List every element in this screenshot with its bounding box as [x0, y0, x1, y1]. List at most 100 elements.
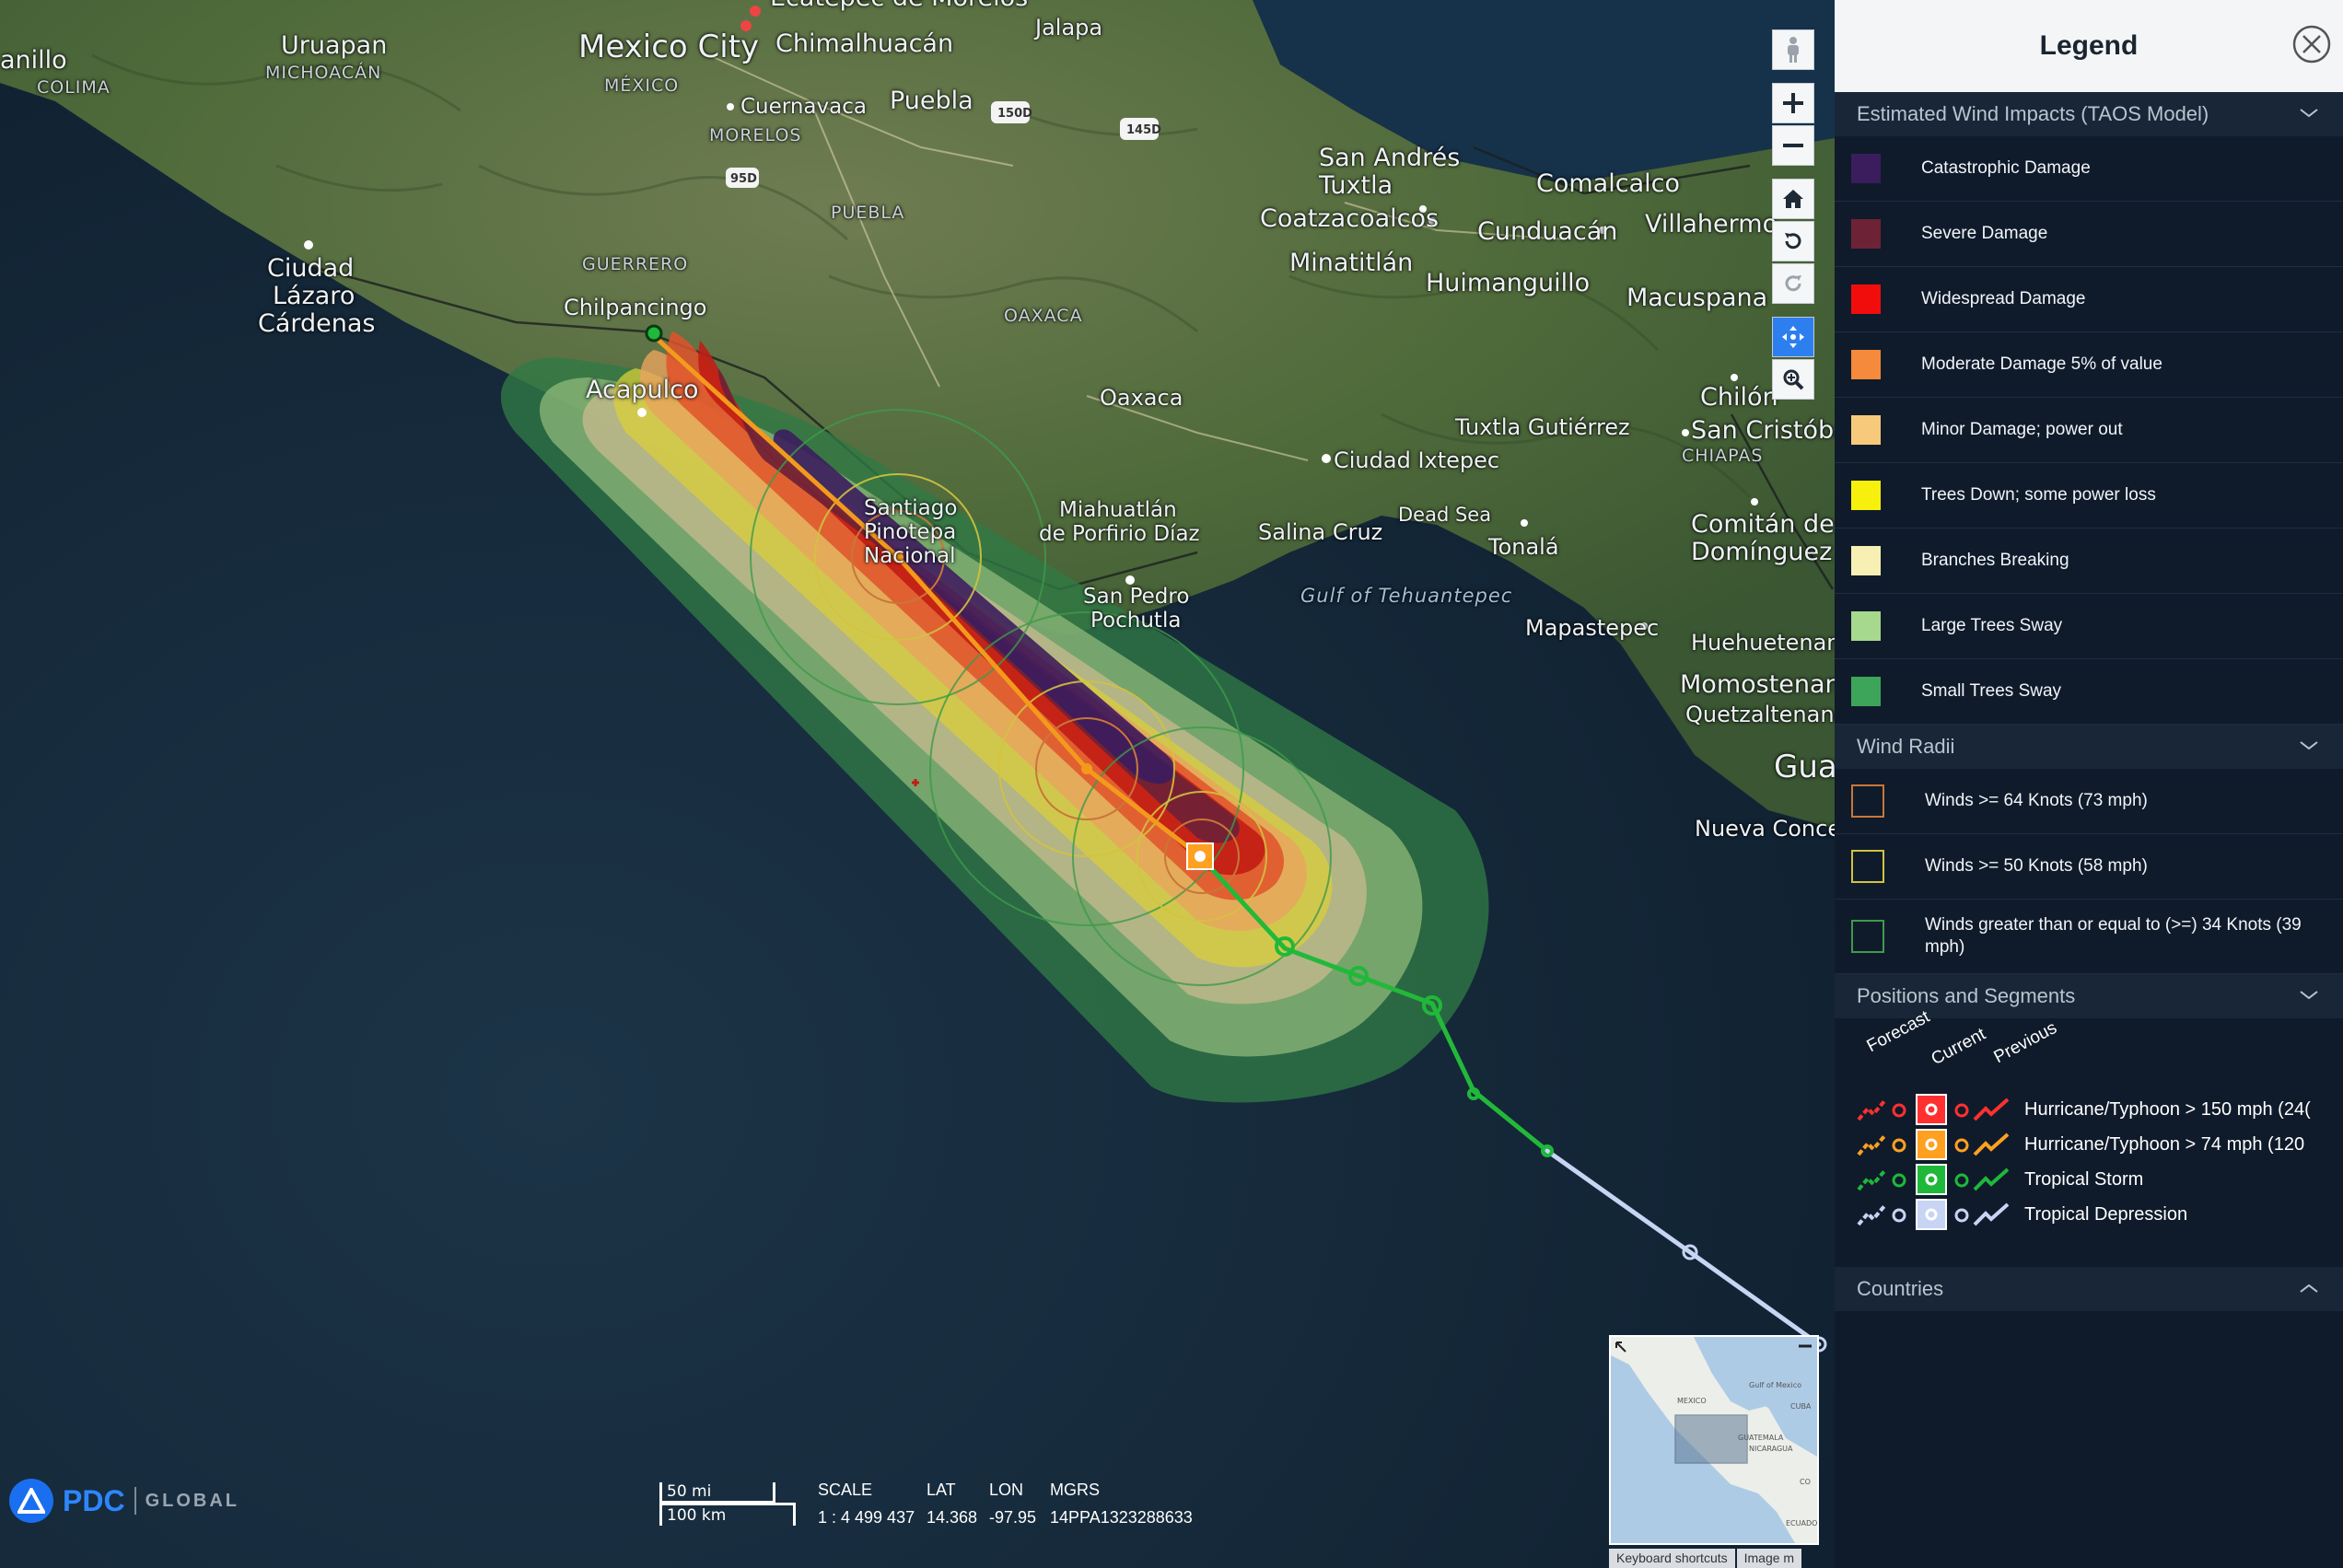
place-san-andres: San Andrés: [1319, 144, 1461, 172]
legend-item-small-trees: Small Trees Sway: [1835, 659, 2343, 725]
close-icon[interactable]: [2291, 24, 2332, 64]
logo-divider: [134, 1487, 136, 1515]
chevron-up-icon: [2300, 1283, 2318, 1293]
place-minatitlan: Minatitlán: [1289, 249, 1414, 277]
place-salina-cruz: Salina Cruz: [1258, 519, 1383, 545]
header-previous: Previous: [1990, 1017, 2060, 1068]
legend-item-label: Winds >= 64 Knots (73 mph): [1925, 791, 2148, 810]
place-villahermosa: Villahermo: [1645, 210, 1778, 238]
map-toolbar: [1772, 29, 1814, 401]
image-link[interactable]: Image m: [1736, 1549, 1802, 1568]
position-label: Tropical Storm: [2024, 1168, 2144, 1190]
overview-map[interactable]: MEXICO Gulf of Mexico CUBA GUATEMALA NIC…: [1609, 1335, 1819, 1545]
current-position-icon: [1916, 1164, 1947, 1195]
swatch: [1851, 546, 1881, 575]
forecast-segment-icon: [1857, 1099, 1906, 1121]
place-chimalhuacan: Chimalhuacán: [775, 29, 954, 58]
scale-bar: 50 mi 100 km: [659, 1482, 796, 1527]
section-countries[interactable]: Countries: [1835, 1267, 2343, 1311]
position-icons: [1857, 1199, 2011, 1230]
zoom-in-icon: [1783, 93, 1803, 113]
section-wind-impacts[interactable]: Estimated Wind Impacts (TAOS Model): [1835, 92, 2343, 136]
mgrs-header: MGRS: [1050, 1481, 1100, 1499]
swatch: [1851, 154, 1881, 183]
section-wind-radii-title: Wind Radii: [1857, 735, 1955, 758]
legend-item-moderate: Moderate Damage 5% of value: [1835, 332, 2343, 398]
map-footer-links: Keyboard shortcuts Image m: [1609, 1549, 1802, 1568]
pdc-logo: PDC GLOBAL: [9, 1479, 239, 1523]
place-nacional: Nacional: [864, 544, 956, 568]
legend-item-widespread: Widespread Damage: [1835, 267, 2343, 332]
home-icon: [1783, 190, 1803, 208]
place-ciudad: Ciudad: [267, 254, 355, 283]
lat-header: LAT: [927, 1481, 956, 1499]
rotate-left-button[interactable]: [1772, 221, 1814, 261]
section-positions-title: Positions and Segments: [1857, 984, 2076, 1007]
zoom-in-button[interactable]: [1772, 83, 1814, 123]
place-mexico-state: MÉXICO: [604, 75, 680, 96]
map-view[interactable]: 150D 145D 95D Uruapan MICHOACÁN anillo C…: [0, 0, 1835, 1568]
rotate-right-button[interactable]: [1772, 263, 1814, 304]
place-momostenango: Momostenang: [1680, 670, 1835, 699]
legend-item-label: Severe Damage: [1921, 224, 2048, 243]
previous-segment-icon: [1954, 1202, 2010, 1226]
place-jalapa: Jalapa: [1035, 15, 1103, 41]
scale-value: 1 : 4 499 437: [818, 1508, 915, 1527]
shield-95d: 95D: [730, 172, 757, 186]
current-position-icon: [1916, 1199, 1947, 1230]
position-label: Tropical Depression: [2024, 1203, 2188, 1225]
scale-header: SCALE: [818, 1481, 873, 1499]
inset-label-nicaragua: NICARAGUA: [1749, 1445, 1793, 1453]
logo-brand: PDC: [63, 1483, 125, 1517]
zoom-box-icon: [1783, 369, 1804, 390]
wind-impacts-list: Catastrophic Damage Severe Damage Widesp…: [1835, 136, 2343, 725]
swatch: [1851, 920, 1884, 953]
legend-item-label: Moderate Damage 5% of value: [1921, 354, 2162, 374]
place-cunduacan: Cunduacán: [1477, 217, 1618, 246]
legend-item-catastrophic: Catastrophic Damage: [1835, 136, 2343, 202]
scale-km: 100 km: [667, 1506, 727, 1525]
inset-label-guatemala: GUATEMALA: [1738, 1434, 1784, 1442]
legend-item-trees-down: Trees Down; some power loss: [1835, 463, 2343, 528]
zoom-out-button[interactable]: [1772, 125, 1814, 166]
section-wind-radii[interactable]: Wind Radii: [1835, 725, 2343, 769]
place-coatzacoalcos: Coatzacoalcos: [1260, 204, 1440, 233]
rotate-right-icon: [1785, 275, 1801, 292]
chevron-down-icon: [2300, 741, 2318, 750]
zoom-out-icon: [1783, 144, 1803, 147]
street-view-button[interactable]: [1772, 29, 1814, 70]
pan-button[interactable]: [1772, 317, 1814, 357]
legend-item-label: Trees Down; some power loss: [1921, 485, 2156, 505]
keyboard-shortcuts-link[interactable]: Keyboard shortcuts: [1609, 1549, 1735, 1568]
mgrs-value: 14PPA1323288633: [1050, 1508, 1193, 1527]
zoom-box-button[interactable]: [1772, 359, 1814, 400]
place-huehuetenango: Huehuetenang: [1691, 630, 1835, 656]
place-oaxaca: Oaxaca: [1100, 385, 1183, 411]
legend-item-label: Widespread Damage: [1921, 289, 2086, 308]
rotate-left-icon: [1785, 233, 1801, 250]
position-label: Hurricane/Typhoon > 150 mph (24(: [2024, 1098, 2311, 1120]
legend-item-64kt: Winds >= 64 Knots (73 mph): [1835, 769, 2343, 834]
place-guerrero: GUERRERO: [582, 254, 689, 274]
home-button[interactable]: [1772, 179, 1814, 219]
section-positions[interactable]: Positions and Segments: [1835, 974, 2343, 1018]
pan-icon: [1782, 326, 1804, 348]
logo-suffix: GLOBAL: [145, 1490, 239, 1511]
legend-item-label: Catastrophic Damage: [1921, 158, 2091, 178]
scale-miles: 50 mi: [667, 1482, 712, 1501]
legend-item-severe: Severe Damage: [1835, 202, 2343, 267]
legend-header: Legend: [1835, 0, 2343, 92]
legend-item-label: Small Trees Sway: [1921, 681, 2062, 701]
place-gulf-tehuantepec: Gulf of Tehuantepec: [1300, 585, 1513, 607]
inset-label-ecuador: ECUADOR: [1786, 1519, 1817, 1527]
inset-label-colombia: CO: [1800, 1478, 1811, 1486]
swatch: [1851, 219, 1881, 249]
place-dominguez: Domínguez: [1691, 538, 1833, 566]
legend-item-label: Winds greater than or equal to (>=) 34 K…: [1925, 915, 2302, 957]
place-puebla: Puebla: [890, 87, 973, 115]
place-puebla-state: PUEBLA: [831, 203, 905, 223]
place-miahuatlan: Miahuatlán: [1059, 498, 1177, 522]
place-macuspana: Macuspana: [1626, 284, 1768, 312]
section-countries-title: Countries: [1857, 1277, 1944, 1300]
forecast-segment-icon: [1857, 1134, 1906, 1156]
